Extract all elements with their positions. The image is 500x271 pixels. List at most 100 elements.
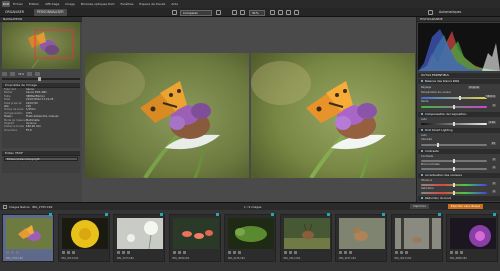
undo-icon[interactable]	[172, 10, 177, 15]
enable-icon[interactable]	[421, 80, 423, 82]
slider-knob[interactable]	[459, 96, 462, 100]
slider-knob[interactable]	[453, 105, 456, 109]
filmstrip-thumb[interactable]: IMG_4136.CR2	[224, 213, 276, 262]
wb-tint-value[interactable]: 0	[492, 104, 496, 107]
vibrancy-slider[interactable]	[421, 183, 487, 187]
zoom-100-icon[interactable]	[35, 72, 41, 76]
print-button[interactable]: Imprimer	[410, 204, 429, 209]
menu-optics-modules[interactable]: Modules optiques DxO	[81, 2, 115, 6]
slider-knob[interactable]	[453, 191, 456, 195]
enable-icon[interactable]	[421, 129, 423, 131]
navigator-zoom: 31%	[18, 72, 25, 76]
wb-temp-value[interactable]: 5600 K	[485, 95, 496, 98]
folder-label[interactable]: Images Natura	[9, 205, 30, 209]
enable-icon[interactable]	[421, 197, 423, 199]
status-icon	[122, 251, 125, 254]
image-viewer[interactable]	[82, 17, 416, 202]
folder-icon[interactable]	[3, 204, 7, 209]
lighting-mode[interactable]: Auto	[421, 134, 427, 137]
photo-after[interactable]	[251, 53, 415, 178]
section-vibrancy[interactable]: Accentuation des couleurs	[418, 173, 500, 178]
filmstrip-thumb[interactable]: IMG_4311.CR2	[279, 213, 332, 262]
wb-temp-slider[interactable]	[421, 96, 487, 100]
zoom-in-icon[interactable]	[27, 72, 33, 76]
navigator-zoom-slider[interactable]	[2, 77, 80, 81]
thumb-filename: IMG_4136.CR2	[228, 257, 245, 260]
presets-button[interactable]: Automatiques	[436, 9, 464, 16]
menu-file[interactable]: Fichier	[13, 2, 23, 6]
filmstrip-thumb[interactable]: IMG_3213.CR2	[57, 213, 110, 262]
status-icon	[404, 251, 408, 254]
filmstrip-thumb[interactable]: IMG_4521.CR2	[390, 213, 443, 262]
photo-before[interactable]	[85, 53, 249, 178]
saturation-value[interactable]: 0	[492, 190, 496, 193]
zoom-out-icon[interactable]	[10, 72, 15, 76]
slider-knob[interactable]	[453, 183, 456, 187]
lighting-slider[interactable]	[421, 143, 487, 147]
wb-tint-slider[interactable]	[421, 105, 487, 109]
contrast-slider[interactable]	[421, 159, 487, 163]
menu-help[interactable]: Aide	[171, 2, 178, 6]
section-exposure[interactable]: Compensation de l'exposition	[418, 112, 500, 117]
exif-editor-header[interactable]: Éditer l'EXIF	[2, 151, 80, 156]
filmstrip-thumb[interactable]: IMG_4437.CR2	[335, 213, 387, 262]
vibrancy-value[interactable]: 0	[492, 182, 496, 185]
histogram-header[interactable]: HISTOGRAMME	[417, 17, 500, 22]
slider-knob[interactable]	[453, 159, 456, 163]
thumb-filename: IMG_3213.CR2	[61, 257, 79, 260]
section-noise[interactable]: Réduction du bruit	[418, 196, 500, 201]
section-smart-lighting[interactable]: DxO Smart Lighting	[418, 128, 500, 133]
export-button[interactable]: Exporter vers disque	[448, 204, 484, 209]
picker-icon[interactable]	[294, 10, 299, 15]
zoom-fit-icon[interactable]	[2, 72, 7, 76]
slider-knob[interactable]	[453, 122, 456, 126]
microcontrast-slider[interactable]	[421, 167, 487, 171]
menu-edit[interactable]: Édition	[29, 2, 39, 6]
menu-image[interactable]: Image	[65, 2, 74, 6]
thumb-filename: IMG_4311.CR2	[283, 257, 301, 260]
saturation-slider[interactable]	[421, 191, 487, 195]
compare-button[interactable]: Comparer	[180, 9, 212, 16]
essential-tools-header[interactable]: OUTILS ESSENTIELS	[418, 73, 500, 78]
navigator-thumbnail[interactable]	[2, 22, 80, 69]
fit-icon[interactable]	[240, 10, 245, 15]
exif-editor-field[interactable]: Éditeur/Auteur/Copyright	[4, 157, 78, 161]
wb-temp-label: Température de couleur	[421, 91, 451, 94]
enable-icon[interactable]	[421, 174, 423, 176]
zoom-slider-knob[interactable]	[38, 77, 41, 81]
contrast-value[interactable]: 0	[492, 158, 496, 161]
hand-tool-icon[interactable]	[232, 10, 237, 15]
lighting-value[interactable]: 25	[490, 142, 496, 145]
wb-preset-select[interactable]: Original	[468, 86, 480, 89]
crop-icon[interactable]	[270, 10, 275, 15]
zoom-select[interactable]: 31%	[249, 9, 265, 16]
status-icon	[182, 251, 186, 254]
slider-knob[interactable]	[453, 167, 456, 171]
filmstrip-thumb[interactable]: IMG_3373.CR2	[113, 213, 165, 262]
tab-customize[interactable]: PERSONNALISER	[34, 9, 67, 16]
exposure-value[interactable]: 0.00	[488, 121, 496, 124]
exif-value: F5.6	[26, 128, 32, 132]
microcontrast-value[interactable]: 0	[492, 166, 496, 169]
status-icon	[339, 251, 342, 254]
filmstrip-thumb[interactable]: IMG_2705.CR2	[2, 213, 54, 262]
menu-view[interactable]: Affichage	[45, 2, 59, 6]
tab-organize[interactable]: ORGANISER	[2, 9, 27, 16]
menu-windows[interactable]: Fenêtres	[121, 2, 134, 6]
enable-icon[interactable]	[421, 113, 423, 115]
status-icon	[71, 251, 75, 254]
split-view-icon[interactable]	[216, 10, 221, 15]
exposure-slider[interactable]	[421, 122, 487, 126]
red-eye-icon[interactable]	[286, 10, 291, 15]
section-white-balance[interactable]: Balance des blancs RAW	[418, 79, 500, 84]
slider-knob[interactable]	[437, 143, 440, 147]
presets-icon[interactable]	[428, 10, 433, 15]
exposure-mode[interactable]: Auto	[421, 118, 427, 121]
thumb-image	[6, 218, 52, 249]
straighten-icon[interactable]	[278, 10, 283, 15]
menu-workspace[interactable]: Espace de travail	[139, 2, 165, 6]
filmstrip-thumb[interactable]: IMG_4688.CR2	[446, 213, 498, 262]
enable-icon[interactable]	[421, 150, 423, 152]
filmstrip-thumb[interactable]: IMG_4049.CR2	[168, 213, 221, 262]
section-contrast[interactable]: Contraste	[418, 149, 500, 154]
